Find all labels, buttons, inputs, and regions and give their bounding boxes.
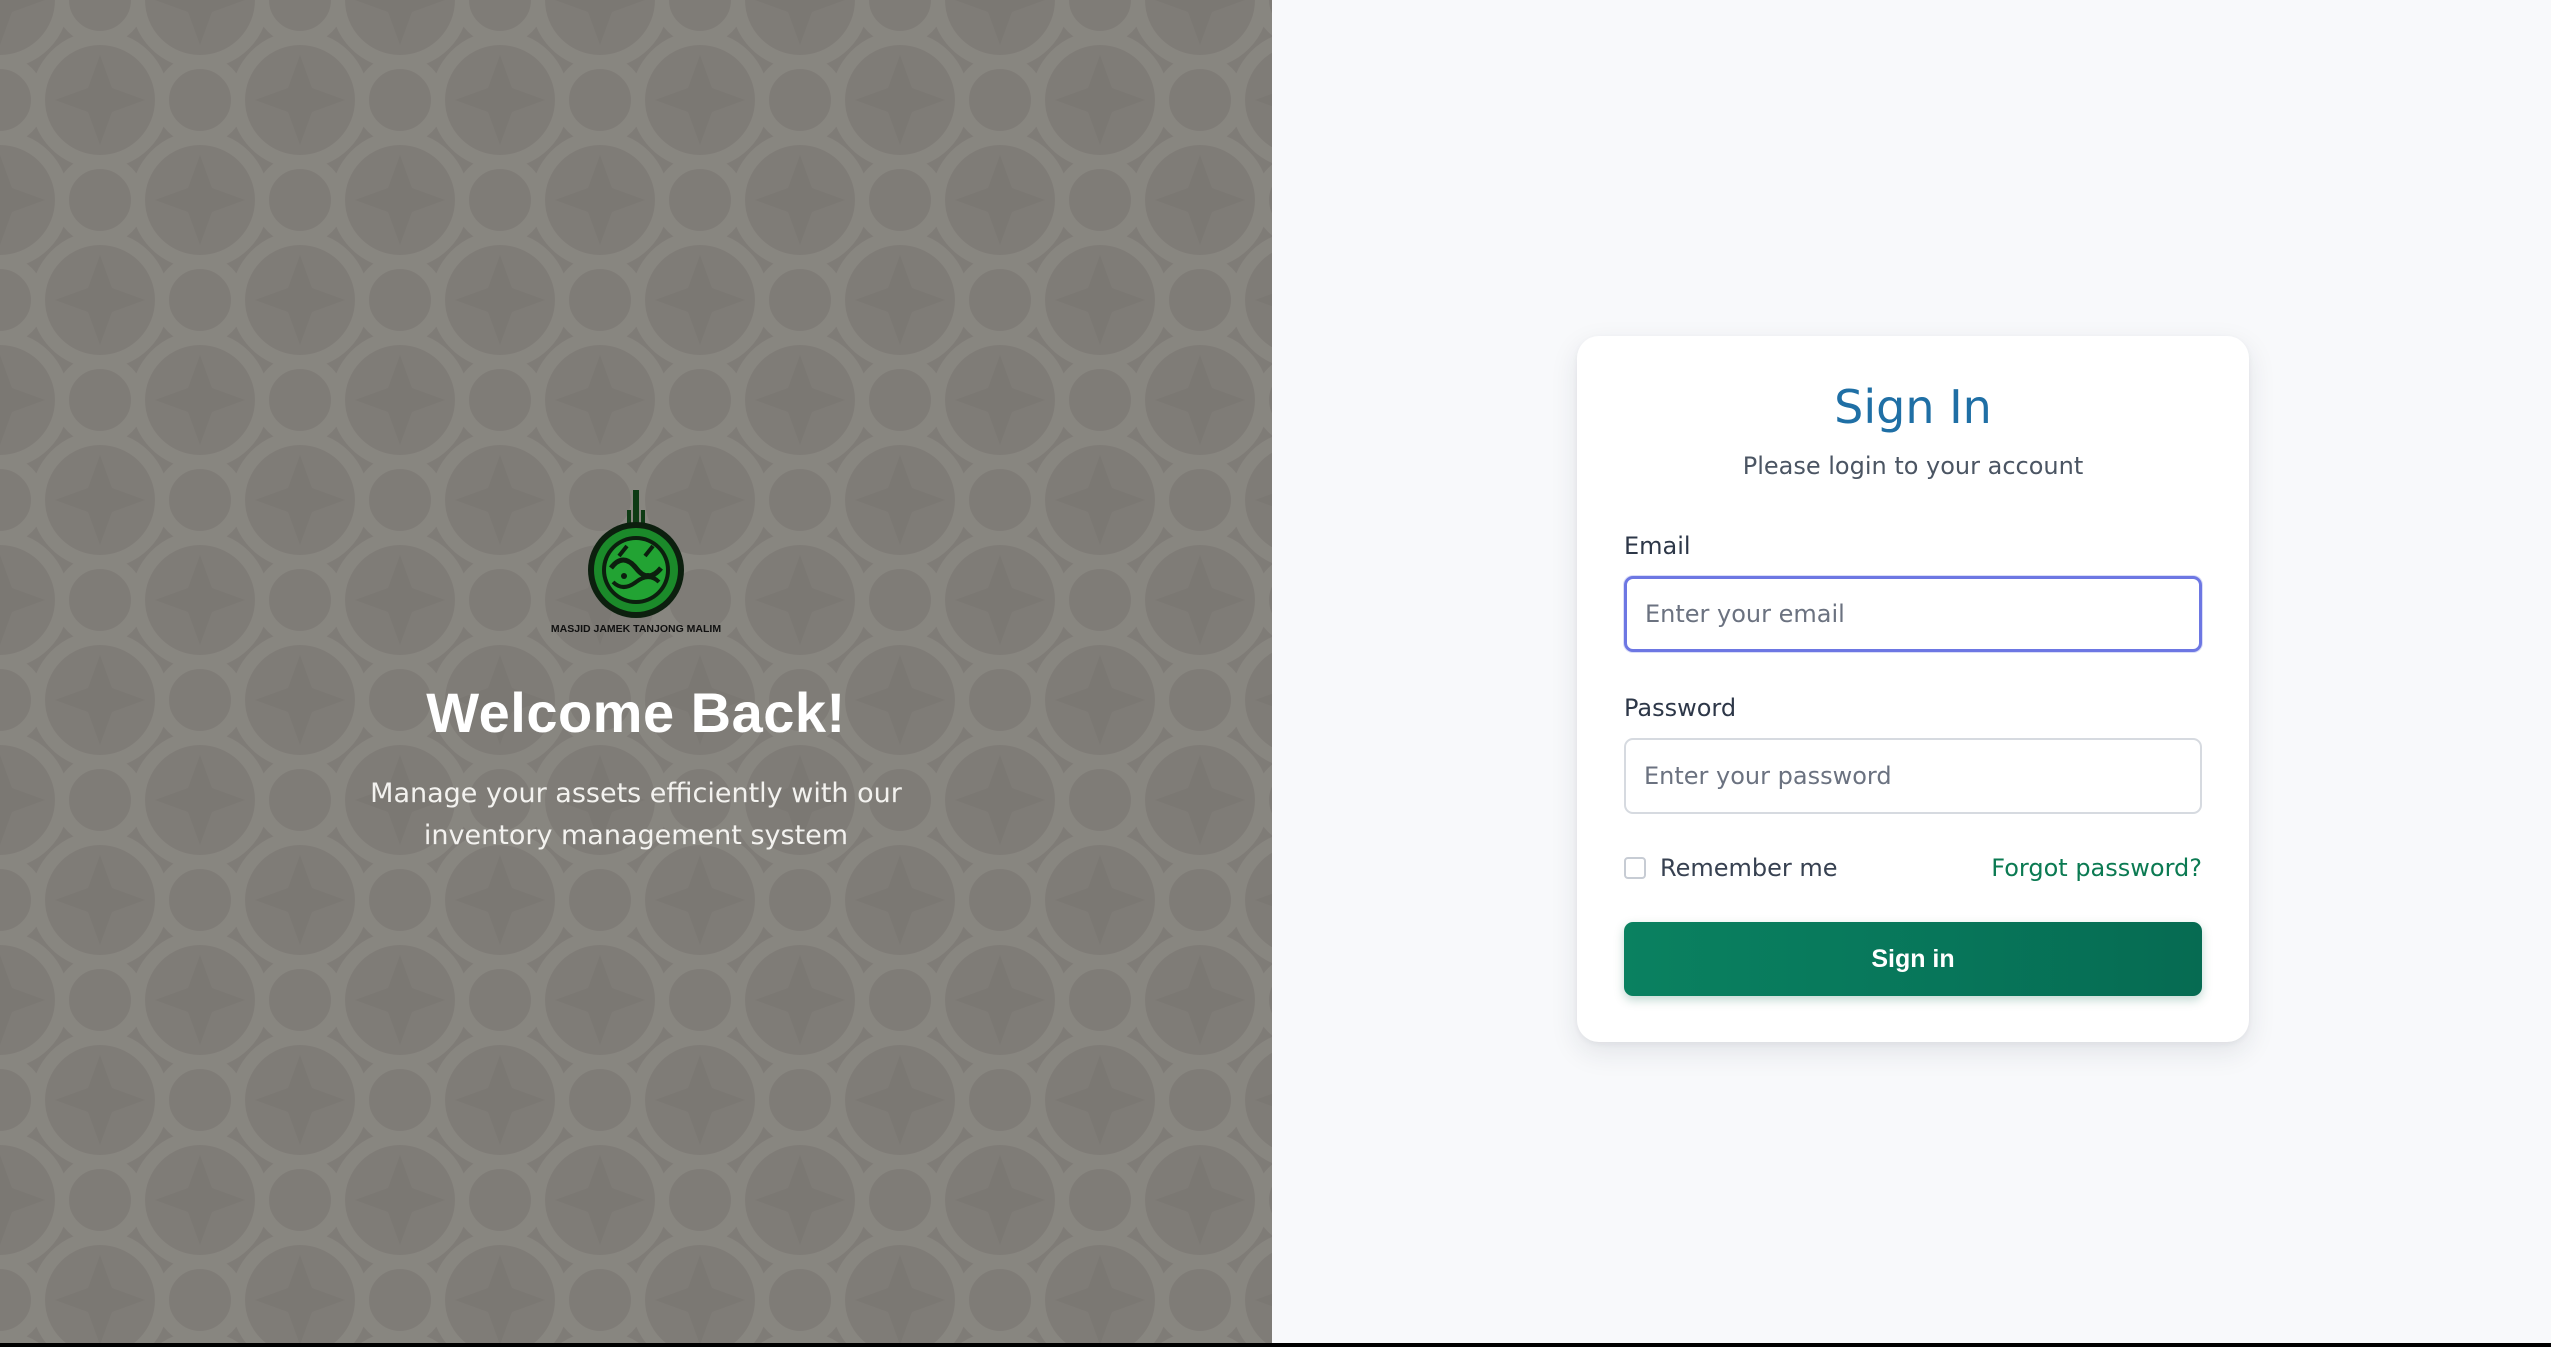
remember-me-checkbox[interactable]: [1624, 857, 1646, 879]
sign-in-button[interactable]: Sign in: [1624, 922, 2202, 996]
hero-content: MASJID JAMEK TANJONG MALIM Welcome Back!…: [0, 490, 1272, 857]
password-input[interactable]: [1624, 738, 2202, 814]
login-page: MASJID JAMEK TANJONG MALIM Welcome Back!…: [0, 0, 2551, 1343]
mosque-calligraphy-logo-icon: MASJID JAMEK TANJONG MALIM: [551, 490, 721, 635]
email-input[interactable]: [1624, 576, 2202, 652]
sign-in-card: Sign In Please login to your account Ema…: [1577, 336, 2249, 1042]
remember-me-label: Remember me: [1660, 854, 1838, 882]
sign-in-subtitle: Please login to your account: [1742, 452, 2084, 480]
logo-caption: MASJID JAMEK TANJONG MALIM: [551, 623, 721, 635]
forgot-password-link[interactable]: Forgot password?: [1991, 854, 2202, 882]
welcome-subtitle: Manage your assets efficiently with our …: [370, 778, 902, 851]
email-label: Email: [1624, 532, 1691, 560]
auth-panel: Sign In Please login to your account Ema…: [1272, 0, 2551, 1343]
welcome-title: Welcome Back!: [426, 681, 846, 744]
hero-panel: MASJID JAMEK TANJONG MALIM Welcome Back!…: [0, 0, 1272, 1343]
sign-in-title: Sign In: [1834, 380, 1992, 434]
form-options-row: Remember me Forgot password?: [1624, 854, 2202, 882]
remember-me-toggle[interactable]: Remember me: [1624, 854, 1838, 882]
password-label: Password: [1624, 694, 1737, 722]
